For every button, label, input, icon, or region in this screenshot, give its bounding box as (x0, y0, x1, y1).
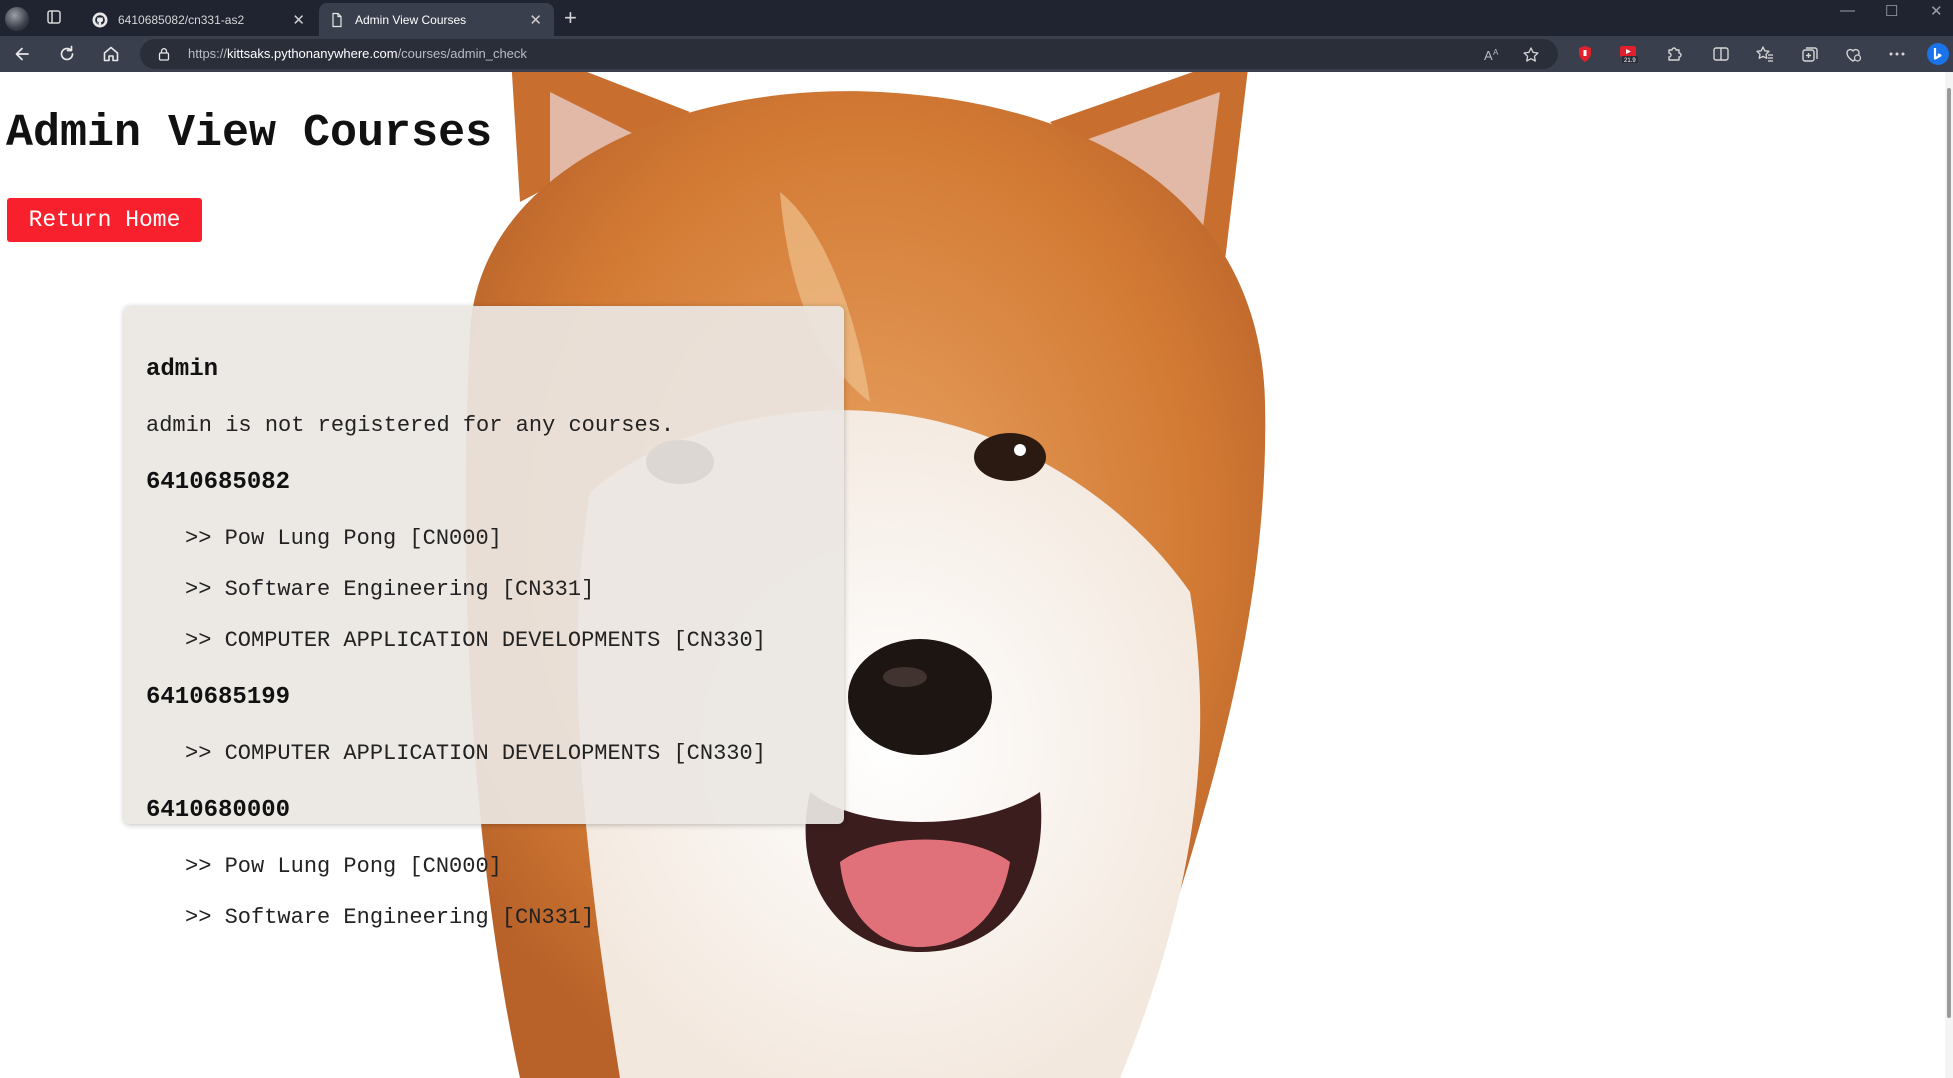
tab-actions-icon[interactable] (46, 9, 62, 25)
course-item: >> Software Engineering [CN331] (185, 905, 595, 930)
tab-bar: 6410685082/cn331-as2 ✕ Admin View Course… (0, 0, 1953, 36)
collections-icon[interactable] (1800, 44, 1820, 64)
user-id: 6410685082 (146, 469, 291, 496)
page-icon (329, 12, 345, 28)
github-icon (92, 12, 108, 28)
minimize-icon[interactable]: — (1840, 2, 1855, 19)
svg-text:A: A (1484, 48, 1493, 63)
tab-admin-view-courses[interactable]: Admin View Courses ✕ (319, 3, 554, 36)
course-item: >> COMPUTER APPLICATION DEVELOPMENTS [CN… (185, 741, 766, 766)
read-aloud-icon[interactable]: AA (1483, 46, 1501, 64)
close-tab-icon[interactable]: ✕ (292, 11, 305, 29)
page-viewport: Admin View Courses Return Home admin adm… (0, 72, 1945, 1078)
tab-github[interactable]: 6410685082/cn331-as2 ✕ (82, 3, 317, 36)
tab-title: 6410685082/cn331-as2 (118, 12, 245, 27)
user-id: admin (146, 356, 219, 383)
home-icon[interactable] (101, 44, 121, 64)
favorites-icon[interactable] (1755, 44, 1775, 64)
return-home-button[interactable]: Return Home (7, 198, 202, 242)
close-tab-icon[interactable]: ✕ (529, 11, 542, 29)
browser-toolbar: https://kittsaks.pythonanywhere.com/cour… (0, 36, 1953, 72)
user-id: 6410680000 (146, 797, 291, 824)
page-title: Admin View Courses (6, 108, 493, 159)
course-item: >> Pow Lung Pong [CN000] (185, 526, 502, 551)
course-item: >> Software Engineering [CN331] (185, 577, 595, 602)
new-tab-icon[interactable]: + (564, 5, 577, 31)
url-text[interactable]: https://kittsaks.pythonanywhere.com/cour… (188, 46, 527, 61)
extension-badge: 21.9 (1624, 58, 1636, 64)
url-host: kittsaks.pythonanywhere.com (227, 46, 398, 61)
split-screen-icon[interactable] (1711, 44, 1731, 64)
no-courses-message: admin is not registered for any courses. (146, 413, 675, 438)
course-item: >> COMPUTER APPLICATION DEVELOPMENTS [CN… (185, 628, 766, 653)
favorite-star-icon[interactable] (1522, 46, 1540, 64)
browser-essentials-icon[interactable] (1843, 44, 1863, 64)
profile-avatar[interactable] (5, 7, 29, 31)
svg-text:A: A (1493, 48, 1499, 57)
lock-icon[interactable] (157, 47, 171, 61)
courses-card: admin admin is not registered for any co… (124, 306, 844, 930)
more-options-icon[interactable] (1887, 44, 1907, 64)
extensions-puzzle-icon[interactable] (1664, 44, 1684, 64)
tab-title: Admin View Courses (355, 12, 467, 27)
window-close-icon[interactable]: ✕ (1930, 2, 1943, 20)
scrollbar-thumb[interactable] (1947, 88, 1951, 1018)
address-bar[interactable]: https://kittsaks.pythonanywhere.com/cour… (140, 39, 1558, 69)
back-icon[interactable] (12, 44, 32, 64)
refresh-icon[interactable] (57, 44, 77, 64)
copilot-icon[interactable] (1926, 42, 1950, 66)
url-path: /courses/admin_check (397, 46, 527, 61)
video-extension-icon[interactable]: 21.9 (1618, 44, 1638, 64)
adblock-extension-icon[interactable] (1575, 44, 1595, 64)
page-scrollbar[interactable] (1945, 72, 1953, 1078)
course-item: >> Pow Lung Pong [CN000] (185, 854, 502, 879)
user-id: 6410685199 (146, 684, 291, 711)
url-scheme: https:// (188, 46, 228, 61)
maximize-icon[interactable]: ☐ (1885, 2, 1898, 20)
